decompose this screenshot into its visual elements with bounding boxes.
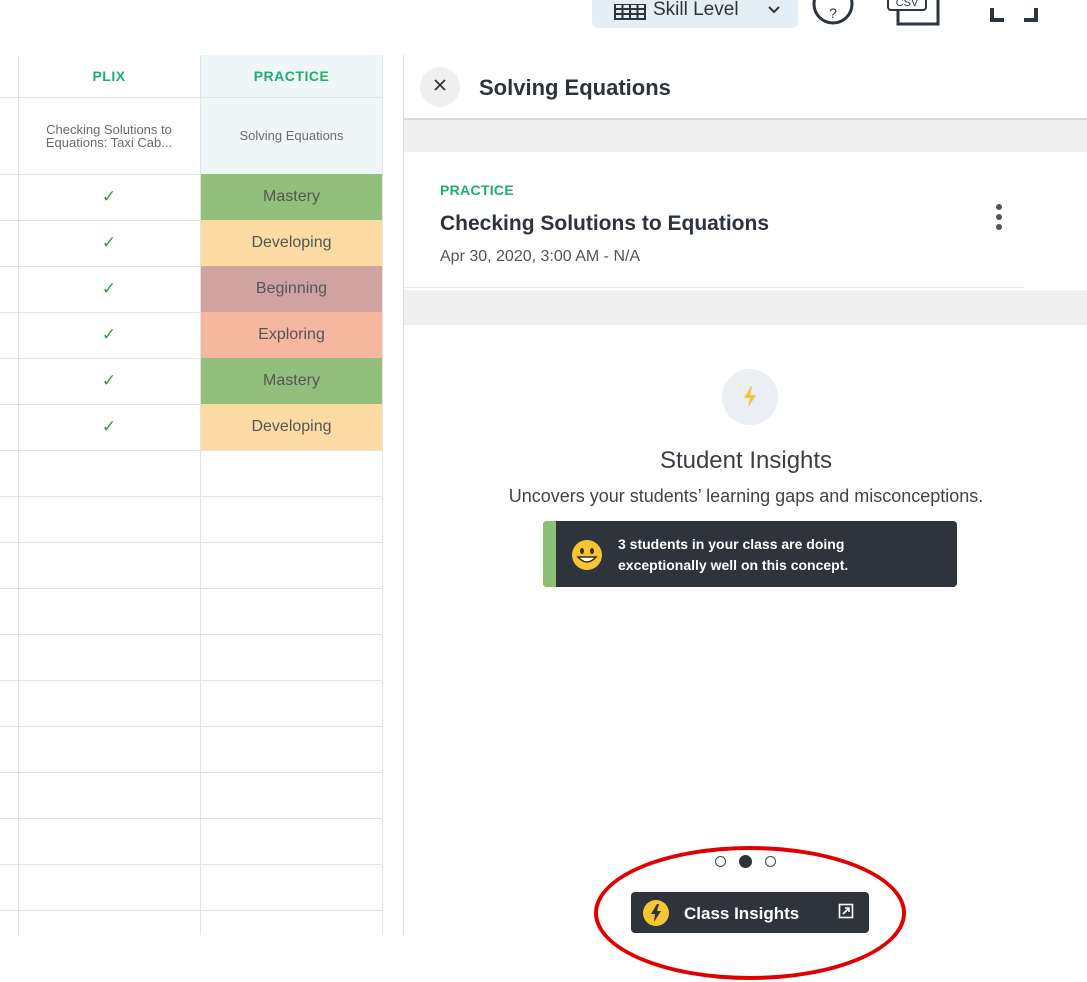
external-link-icon bbox=[838, 903, 854, 924]
skill-level-dropdown[interactable]: Skill Level bbox=[592, 0, 798, 28]
plix-completed-check[interactable]: ✓ bbox=[18, 312, 200, 358]
banner-line-1: 3 students in your class are doing bbox=[618, 536, 845, 552]
grid-row-divider bbox=[0, 634, 383, 635]
panel-title: Solving Equations bbox=[479, 75, 671, 100]
practice-skill-cell[interactable]: Exploring bbox=[201, 312, 382, 358]
carousel-dot-active[interactable] bbox=[739, 855, 752, 868]
class-insights-label: Class Insights bbox=[684, 904, 800, 923]
banner-accent bbox=[543, 521, 556, 587]
plix-completed-check[interactable]: ✓ bbox=[18, 266, 200, 312]
csv-label: CSV bbox=[896, 0, 919, 9]
column-header-practice[interactable]: PRACTICE bbox=[201, 55, 382, 97]
panel-header: Solving Equations bbox=[404, 55, 1087, 120]
grid-row-divider bbox=[0, 680, 383, 681]
grid-row-divider bbox=[0, 450, 383, 451]
insights-title: Student Insights bbox=[659, 447, 833, 474]
carousel-dot[interactable] bbox=[715, 856, 726, 867]
card-divider bbox=[404, 287, 1024, 288]
plix-completed-check[interactable]: ✓ bbox=[18, 174, 200, 220]
column-header-plix[interactable]: PLIX bbox=[18, 55, 200, 97]
carousel-dot[interactable] bbox=[765, 856, 776, 867]
insights-subtitle: Uncovers your students’ learning gaps an… bbox=[508, 486, 984, 506]
lightning-icon bbox=[642, 899, 670, 932]
assignment-detail-panel: Solving Equations PRACTICE Checking Solu… bbox=[403, 55, 1087, 935]
column-subheader-practice[interactable]: Solving Equations bbox=[201, 97, 382, 174]
practice-skill-cell[interactable]: Developing bbox=[201, 220, 382, 266]
grid-row-divider bbox=[0, 726, 383, 727]
more-options-icon[interactable] bbox=[995, 203, 1003, 238]
skill-level-label: Skill Level bbox=[653, 0, 739, 20]
csv-icon[interactable]: CSV bbox=[886, 0, 944, 33]
smiley-icon bbox=[571, 539, 603, 576]
lightning-icon bbox=[722, 369, 778, 425]
grid-row-divider bbox=[0, 542, 383, 543]
plix-completed-check[interactable]: ✓ bbox=[18, 220, 200, 266]
practice-skill-cell[interactable]: Beginning bbox=[201, 266, 382, 312]
toolbar: Skill Level ? CSV bbox=[0, 0, 1087, 30]
practice-skill-cell[interactable]: Mastery bbox=[201, 174, 382, 220]
plix-completed-check[interactable]: ✓ bbox=[18, 404, 200, 450]
grid-row-divider bbox=[0, 910, 383, 911]
grid-row-divider bbox=[0, 864, 383, 865]
banner-message: 3 students in your class are doing excep… bbox=[618, 534, 938, 576]
close-button[interactable] bbox=[420, 67, 460, 107]
carousel-indicator bbox=[715, 855, 776, 868]
plix-completed-check[interactable]: ✓ bbox=[18, 358, 200, 404]
separator-band bbox=[404, 290, 1087, 325]
grid-icon bbox=[614, 3, 646, 25]
grid-row-divider bbox=[0, 818, 383, 819]
banner-line-2: exceptionally well on this concept. bbox=[618, 557, 849, 573]
close-icon bbox=[433, 78, 447, 97]
assignment-type-tag: PRACTICE bbox=[440, 182, 514, 198]
insight-banner: 3 students in your class are doing excep… bbox=[543, 521, 957, 587]
grid-row-divider bbox=[0, 588, 383, 589]
gradebook-grid: PLIX PRACTICE Checking Solutions to Equa… bbox=[0, 55, 383, 935]
svg-text:?: ? bbox=[829, 5, 837, 21]
column-subheader-plix[interactable]: Checking Solutions to Equations: Taxi Ca… bbox=[18, 97, 200, 174]
class-insights-button[interactable]: Class Insights bbox=[631, 892, 869, 933]
practice-skill-cell[interactable]: Mastery bbox=[201, 358, 382, 404]
help-icon[interactable]: ? bbox=[811, 0, 855, 31]
assignment-title: Checking Solutions to Equations bbox=[440, 212, 770, 235]
practice-skill-cell[interactable]: Developing bbox=[201, 404, 382, 450]
separator-band bbox=[404, 120, 1087, 152]
fullscreen-icon[interactable] bbox=[990, 0, 1038, 29]
grid-column-divider bbox=[382, 55, 383, 935]
grid-header-divider bbox=[0, 97, 383, 98]
chevron-down-icon bbox=[767, 2, 781, 20]
assignment-date: Apr 30, 2020, 3:00 AM - N/A bbox=[440, 248, 641, 265]
grid-row-divider bbox=[0, 496, 383, 497]
grid-row-divider bbox=[0, 772, 383, 773]
